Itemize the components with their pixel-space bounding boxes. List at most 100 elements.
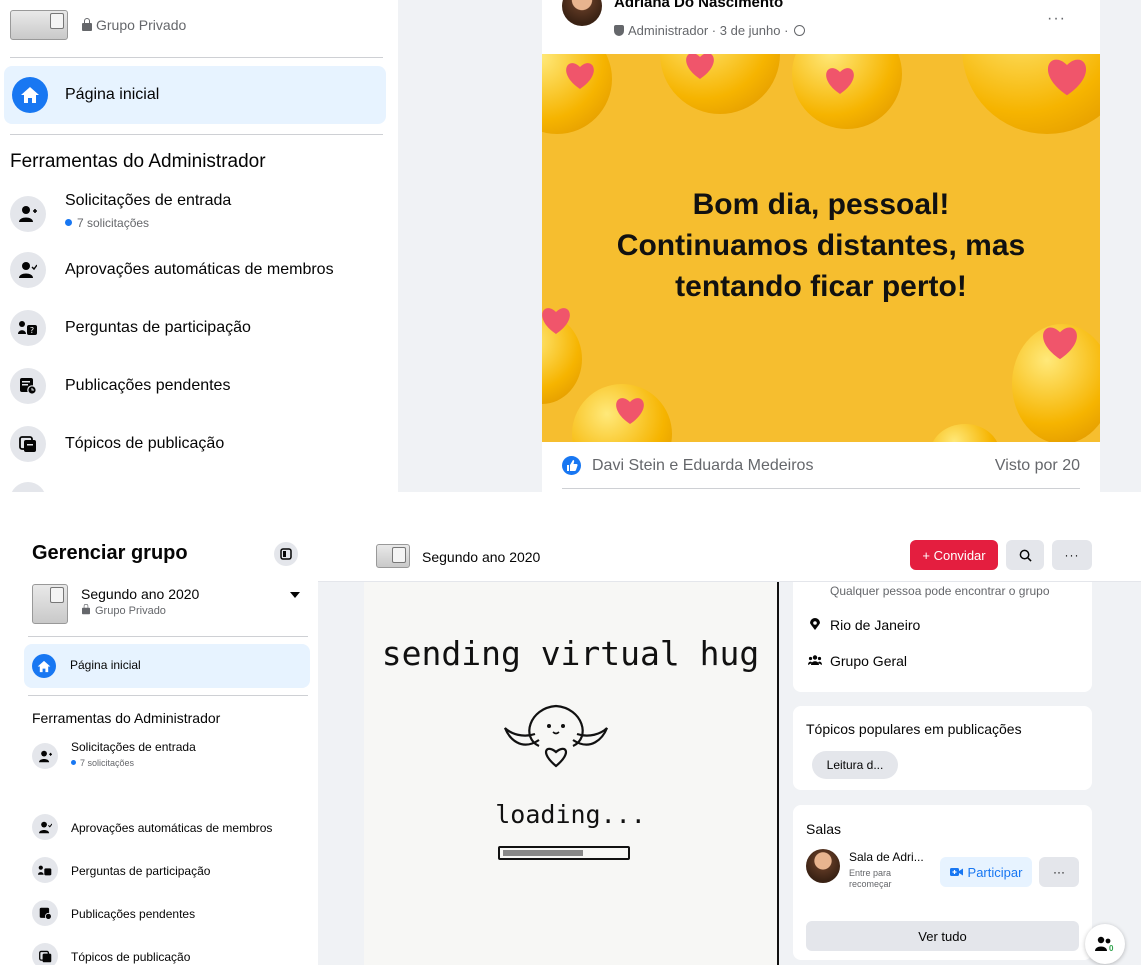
tool-pending-posts[interactable]: Publicações pendentes [32, 900, 312, 930]
tool-entry-requests[interactable]: Solicitações de entrada 7 solicitações [10, 190, 390, 236]
tool-label: Tópicos de publicação [65, 435, 225, 452]
join-room-button[interactable]: Participar [940, 857, 1032, 887]
nav-home[interactable]: Página inicial [24, 644, 310, 688]
post-options-button[interactable]: ··· [1047, 10, 1066, 28]
tool-label: Aprovações automáticas de membros [65, 261, 334, 278]
search-button[interactable] [1006, 540, 1044, 570]
chat-badge: 0 [1109, 944, 1114, 953]
reactions-summary[interactable]: Davi Stein e Eduarda Medeiros [592, 457, 813, 475]
post-footer: Davi Stein e Eduarda Medeiros Visto por … [562, 445, 1080, 489]
home-icon [32, 654, 56, 678]
hug-caption: sending virtual hug [381, 634, 760, 673]
group-audience-icon [794, 25, 806, 36]
group-cover-thumbnail[interactable] [10, 10, 68, 40]
loading-bar [498, 846, 630, 860]
search-icon [1019, 549, 1032, 562]
tool-label: Solicitações de entrada [65, 192, 232, 209]
topics-icon [32, 943, 58, 965]
tool-post-topics[interactable]: Tópicos de publicação [32, 943, 312, 965]
post-image[interactable]: Bom dia, pessoal! Continuamos distantes,… [542, 54, 1100, 442]
topic-chip[interactable]: Leitura d... [812, 751, 898, 779]
virtual-hug-post-image[interactable]: sending virtual hug loading... [364, 582, 777, 965]
video-camera-icon [949, 868, 963, 876]
tool-label: Aprovações automáticas de membros [71, 821, 273, 835]
lock-icon [82, 18, 92, 31]
header-group-name[interactable]: Segundo ano 2020 [422, 549, 540, 565]
hug-loading-text: loading... [495, 800, 646, 829]
post-image-text: Bom dia, pessoal! Continuamos distantes,… [616, 188, 1026, 303]
sidebar-title: Gerenciar grupo [32, 542, 188, 564]
questions-icon [32, 857, 58, 883]
seen-by-count[interactable]: Visto por 20 [995, 457, 1080, 475]
post-author[interactable]: Adriana Do Nascimento [614, 0, 783, 11]
more-tools-icon [10, 482, 46, 492]
top-screenshot: Grupo Privado Página inicial Ferramentas… [0, 0, 1141, 492]
tool-label: Publicações pendentes [65, 377, 231, 394]
about-group-type: Grupo Geral [830, 653, 908, 669]
author-avatar[interactable] [562, 0, 602, 26]
tool-label: Solicitações de entrada [71, 740, 196, 754]
rooms-title: Salas [806, 821, 842, 837]
room-avatar[interactable] [806, 849, 840, 883]
tool-auto-approvals[interactable]: Aprovações automáticas de membros [10, 250, 390, 290]
group-cover-thumbnail[interactable] [32, 584, 68, 624]
group-members-icon [808, 655, 822, 665]
tool-entry-requests[interactable]: Solicitações de entrada 7 solicitações [32, 738, 312, 772]
home-icon [12, 77, 48, 113]
chat-contacts-button[interactable]: 0 [1085, 924, 1125, 964]
header-group-thumbnail[interactable] [376, 544, 410, 568]
room-subtitle: Entre para recomeçar [849, 868, 892, 889]
topics-icon [10, 426, 46, 462]
popular-topics-title: Tópicos populares em publicações [806, 721, 1022, 737]
top-bar-remnant [0, 500, 1141, 530]
admin-tools-title: Ferramentas do Administrador [10, 151, 266, 172]
lock-icon [82, 603, 90, 615]
tool-label: Perguntas de participação [71, 864, 211, 878]
questions-icon: ? [10, 310, 46, 346]
nav-home[interactable]: Página inicial [4, 66, 386, 124]
admin-shield-icon [614, 25, 624, 36]
group-privacy: Grupo Privado [82, 17, 186, 33]
tool-membership-questions[interactable]: Perguntas de participação [32, 857, 312, 887]
room-options-button[interactable]: ··· [1039, 857, 1079, 887]
manage-group-sidebar: Gerenciar grupo Segundo ano 2020 Grupo P… [18, 530, 318, 965]
pending-posts-icon [32, 900, 58, 926]
nav-home-label: Página inicial [65, 86, 160, 103]
about-card: Qualquer pessoa pode encontrar o grupo R… [793, 582, 1092, 692]
hug-character-icon [503, 704, 609, 768]
location-pin-icon [810, 618, 820, 630]
like-reaction-icon[interactable] [562, 456, 581, 475]
tool-pending-posts[interactable]: Publicações pendentes [10, 366, 390, 406]
group-header: Segundo ano 2020 + Convidar ··· [318, 530, 1141, 582]
tool-membership-questions[interactable]: ? Perguntas de participação [10, 308, 390, 348]
more-options-button[interactable]: ··· [1052, 540, 1092, 570]
loading-bar-fill [503, 850, 583, 856]
svg-text:?: ? [30, 326, 34, 335]
nav-home-label: Página inicial [70, 658, 141, 672]
invite-button[interactable]: + Convidar [910, 540, 998, 570]
tool-label: Publicações pendentes [71, 907, 196, 921]
column-divider [777, 582, 779, 965]
admin-sidebar: Grupo Privado Página inicial Ferramentas… [0, 0, 398, 492]
request-count: 7 solicitações [65, 216, 149, 230]
person-check-icon [10, 252, 46, 288]
tool-post-topics[interactable]: Tópicos de publicação [10, 424, 390, 464]
person-check-icon [32, 814, 58, 840]
see-all-rooms-button[interactable]: Ver tudo [806, 921, 1079, 951]
person-add-icon [32, 743, 58, 769]
room-name[interactable]: Sala de Adri... [849, 850, 924, 864]
tool-label: Tópicos de publicação [71, 950, 191, 964]
admin-tools-title: Ferramentas do Administrador [32, 710, 221, 726]
collapse-sidebar-icon[interactable] [274, 542, 298, 566]
group-name[interactable]: Segundo ano 2020 [81, 586, 199, 602]
about-location: Rio de Janeiro [830, 617, 921, 633]
tool-label: Perguntas de participação [65, 319, 251, 336]
tool-auto-approvals[interactable]: Aprovações automáticas de membros [32, 814, 312, 844]
rooms-card: Salas Sala de Adri... Entre para recomeça… [793, 805, 1092, 960]
group-switcher-chevron-icon[interactable] [290, 592, 300, 598]
pending-posts-icon [10, 368, 46, 404]
about-visibility: Qualquer pessoa pode encontrar o grupo [830, 584, 1050, 598]
bottom-screenshot: Gerenciar grupo Segundo ano 2020 Grupo P… [0, 500, 1141, 965]
popular-topics-card: Tópicos populares em publicações Leitura… [793, 706, 1092, 790]
request-count: 7 solicitações [71, 758, 134, 768]
